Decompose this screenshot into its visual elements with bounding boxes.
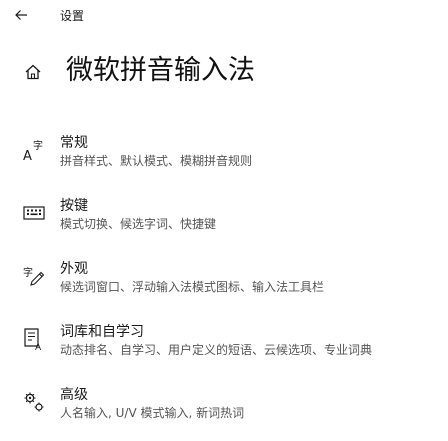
settings-list: A 字 常规 拼音样式、默认模式、模糊拼音规则 按键 模式切换、候选字词、快捷键 <box>0 126 448 441</box>
svg-text:A: A <box>35 343 42 351</box>
font-a-icon: A 字 <box>20 136 48 164</box>
settings-item-advanced[interactable]: 高级 人名输入, U/V 模式输入, 新词热词 <box>0 378 448 441</box>
svg-text:字: 字 <box>33 139 43 152</box>
title-bar: 设置 <box>0 0 448 30</box>
page-header: 微软拼音输入法 <box>0 50 448 94</box>
home-icon <box>25 64 41 80</box>
window-title: 设置 <box>60 9 85 23</box>
back-arrow-icon <box>15 10 27 20</box>
settings-item-label: 外观 <box>60 261 88 277</box>
settings-item-description: 动态排名、自学习、用户定义的短语、云候选项、专业词典 <box>60 343 373 357</box>
settings-item-label: 按键 <box>60 198 88 214</box>
back-button[interactable] <box>8 4 34 26</box>
pen-character-icon: 字 <box>20 262 48 290</box>
svg-text:A: A <box>23 149 32 162</box>
settings-item-label: 词库和自学习 <box>60 324 144 340</box>
settings-item-appearance[interactable]: 字 外观 候选词窗口、浮动输入法模式图标、输入法工具栏 <box>0 252 448 315</box>
settings-item-label: 常规 <box>60 135 88 151</box>
page-title: 微软拼音输入法 <box>66 55 255 86</box>
advanced-gears-icon <box>20 388 48 416</box>
home-button[interactable] <box>20 59 46 85</box>
settings-item-description: 人名输入, U/V 模式输入, 新词热词 <box>60 406 245 420</box>
settings-item-description: 拼音样式、默认模式、模糊拼音规则 <box>60 154 253 168</box>
settings-item-description: 模式切换、候选字词、快捷键 <box>60 217 217 231</box>
settings-item-general[interactable]: A 字 常规 拼音样式、默认模式、模糊拼音规则 <box>0 126 448 189</box>
settings-item-description: 候选词窗口、浮动输入法模式图标、输入法工具栏 <box>60 280 325 294</box>
keyboard-icon <box>20 199 48 227</box>
settings-item-lexicon[interactable]: A 词库和自学习 动态排名、自学习、用户定义的短语、云候选项、专业词典 <box>0 315 448 378</box>
settings-item-keys[interactable]: 按键 模式切换、候选字词、快捷键 <box>0 189 448 252</box>
dictionary-icon: A <box>20 325 48 353</box>
svg-text:字: 字 <box>23 266 33 279</box>
settings-item-label: 高级 <box>60 387 88 403</box>
